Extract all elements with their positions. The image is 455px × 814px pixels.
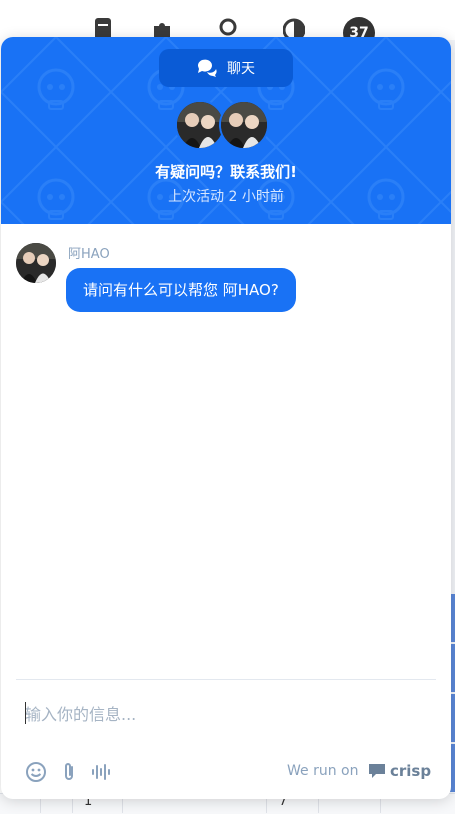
composer xyxy=(25,701,425,727)
emoji-icon[interactable] xyxy=(25,761,47,783)
message-input[interactable] xyxy=(25,701,425,727)
attachment-icon[interactable] xyxy=(58,761,80,783)
powered-by-text: We run on xyxy=(287,763,359,779)
crisp-wordmark: crisp xyxy=(390,762,432,780)
crisp-brand-link[interactable]: crisp xyxy=(368,762,431,780)
tab-chat[interactable]: 聊天 xyxy=(159,49,293,87)
composer-divider xyxy=(16,679,436,680)
audio-wave-icon[interactable] xyxy=(90,761,112,783)
chat-header: 聊天 有疑问吗？联系我们! 上次活动 2 小时前 xyxy=(1,37,451,224)
chat-widget: 聊天 有疑问吗？联系我们! 上次活动 2 小时前 阿HAO 请问有什么可以帮您 … xyxy=(1,37,451,799)
message-bubble: 请问有什么可以帮您 阿HAO? xyxy=(66,268,296,312)
background-topbar: 37 xyxy=(0,0,455,49)
crisp-logo-icon xyxy=(369,764,385,778)
header-title: 有疑问吗？联系我们! xyxy=(155,163,297,181)
tab-chat-label: 聊天 xyxy=(227,61,255,77)
operator-avatars xyxy=(175,100,269,150)
header-status: 上次活动 2 小时前 xyxy=(168,189,284,205)
message-avatar xyxy=(16,243,56,283)
operator-avatar xyxy=(219,100,269,150)
chat-bubbles-icon xyxy=(197,59,217,77)
text-caret xyxy=(25,702,26,724)
message-sender: 阿HAO xyxy=(68,247,110,262)
operator-avatar xyxy=(175,100,225,150)
